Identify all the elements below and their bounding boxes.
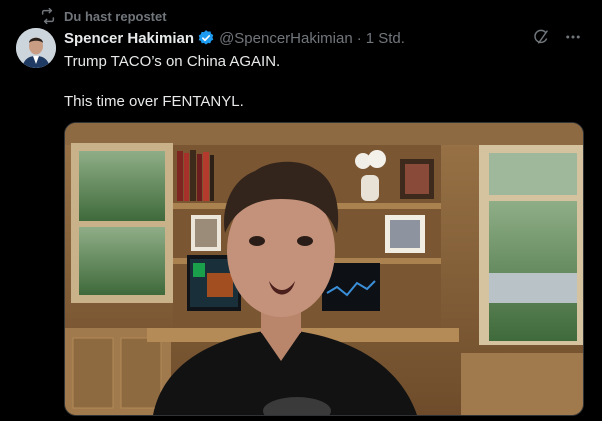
more-icon[interactable]	[564, 28, 582, 50]
header-actions	[532, 28, 582, 50]
avatar[interactable]	[16, 28, 56, 68]
timestamp[interactable]: 1 Std.	[366, 30, 405, 47]
author-name[interactable]: Spencer Hakimian	[64, 30, 194, 47]
tweet-text-line: Trump TACO’s on China AGAIN.	[64, 53, 281, 70]
repost-label: Du hast repostet	[64, 8, 167, 24]
author-handle[interactable]: @SpencerHakimian	[219, 30, 353, 47]
verified-badge-icon	[197, 29, 215, 47]
separator: ·	[356, 29, 362, 47]
video-thumbnail[interactable]	[64, 122, 584, 416]
tweet-text-line: This time over FENTANYL.	[64, 93, 244, 110]
repost-icon	[40, 8, 56, 24]
repost-indicator[interactable]: Du hast repostet	[40, 8, 167, 24]
grok-icon[interactable]	[532, 28, 550, 50]
tweet-header: Spencer Hakimian @SpencerHakimian · 1 St…	[64, 28, 590, 48]
tweet-text: Trump TACO’s on China AGAIN. This time o…	[64, 52, 584, 112]
